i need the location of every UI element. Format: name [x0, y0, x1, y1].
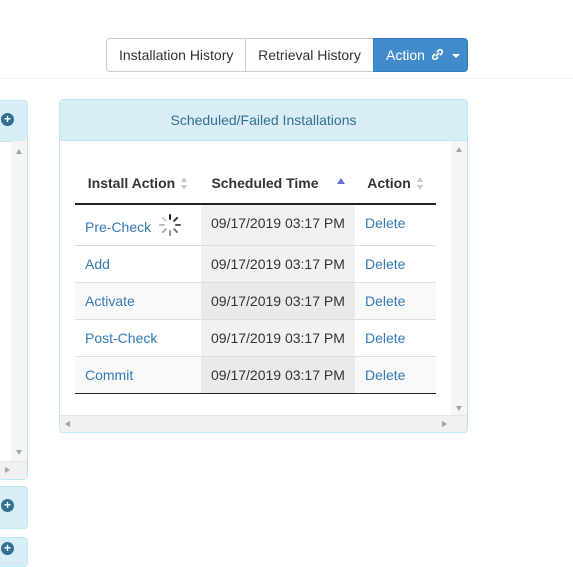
- install-action-link[interactable]: Add: [85, 256, 110, 272]
- install-action-link[interactable]: Activate: [85, 293, 135, 309]
- left-panel-vertical-scrollbar[interactable]: [11, 141, 27, 463]
- scroll-right-icon[interactable]: [442, 421, 447, 427]
- scheduled-time-cell: 09/17/2019 03:17 PM: [201, 281, 355, 319]
- left-panel-collapsed: +: [0, 537, 28, 567]
- delete-link[interactable]: Delete: [365, 256, 405, 272]
- sort-ascending-icon: [336, 178, 345, 185]
- scroll-up-icon[interactable]: [456, 147, 462, 152]
- left-panel-horizontal-scrollbar[interactable]: [0, 461, 27, 479]
- column-header-action[interactable]: Action: [355, 163, 436, 205]
- left-panel: +: [0, 100, 28, 480]
- table-row: Pre-Check 09/17/2019 03:17 PM Delete: [75, 204, 436, 245]
- history-button-group: Installation History Retrieval History A…: [106, 38, 468, 72]
- scheduled-time-cell: 09/17/2019 03:17 PM: [201, 355, 355, 394]
- delete-link[interactable]: Delete: [365, 215, 405, 231]
- column-header-install-action[interactable]: Install Action: [75, 163, 201, 205]
- left-panel-collapsed: +: [0, 486, 28, 529]
- table-row: Commit 09/17/2019 03:17 PM Delete: [75, 355, 436, 394]
- install-action-link[interactable]: Pre-Check: [85, 219, 151, 235]
- action-label: Action: [386, 47, 425, 63]
- scroll-down-icon[interactable]: [456, 406, 462, 411]
- install-action-cell: Activate: [75, 281, 201, 319]
- divider: [0, 78, 573, 79]
- install-action-link[interactable]: Commit: [85, 367, 133, 383]
- scroll-down-icon[interactable]: [16, 450, 22, 455]
- installation-history-button[interactable]: Installation History: [106, 38, 246, 72]
- panel-horizontal-scrollbar[interactable]: [60, 415, 467, 432]
- plus-circle-icon[interactable]: +: [1, 499, 14, 512]
- sort-icon: [416, 177, 424, 191]
- delete-link[interactable]: Delete: [365, 330, 405, 346]
- scheduled-time-cell: 09/17/2019 03:17 PM: [201, 244, 355, 282]
- install-action-cell: Post-Check: [75, 318, 201, 356]
- scroll-up-icon[interactable]: [16, 149, 22, 154]
- link-icon: [431, 40, 444, 72]
- table-row: Post-Check 09/17/2019 03:17 PM Delete: [75, 318, 436, 356]
- chevron-down-icon: [451, 54, 460, 59]
- column-header-scheduled-time[interactable]: Scheduled Time: [201, 163, 355, 205]
- scheduled-time-cell: 09/17/2019 03:17 PM: [201, 204, 355, 245]
- install-action-cell: Pre-Check: [75, 204, 201, 245]
- scheduled-time-cell: 09/17/2019 03:17 PM: [201, 318, 355, 356]
- panel-vertical-scrollbar[interactable]: [451, 141, 467, 417]
- retrieval-history-button[interactable]: Retrieval History: [245, 38, 374, 72]
- action-cell: Delete: [355, 281, 436, 319]
- action-cell: Delete: [355, 355, 436, 394]
- plus-circle-icon[interactable]: +: [1, 542, 14, 555]
- action-cell: Delete: [355, 204, 436, 245]
- scheduled-installations-panel: Scheduled/Failed Installations Install A…: [59, 99, 468, 433]
- installations-table: Install Action Scheduled Time Action Pre…: [75, 163, 436, 394]
- install-action-link[interactable]: Post-Check: [85, 330, 157, 346]
- scroll-left-icon[interactable]: [65, 421, 70, 427]
- loading-spinner-icon: [158, 213, 182, 240]
- plus-circle-icon[interactable]: +: [1, 113, 14, 126]
- panel-title: Scheduled/Failed Installations: [60, 100, 467, 141]
- table-row: Add 09/17/2019 03:17 PM Delete: [75, 244, 436, 282]
- table-row: Activate 09/17/2019 03:17 PM Delete: [75, 281, 436, 319]
- action-cell: Delete: [355, 244, 436, 282]
- action-cell: Delete: [355, 318, 436, 356]
- delete-link[interactable]: Delete: [365, 293, 405, 309]
- action-dropdown-button[interactable]: Action: [373, 38, 468, 72]
- install-action-cell: Add: [75, 244, 201, 282]
- delete-link[interactable]: Delete: [365, 367, 405, 383]
- sort-icon: [181, 177, 188, 191]
- install-action-cell: Commit: [75, 355, 201, 394]
- scroll-right-icon[interactable]: [5, 467, 10, 473]
